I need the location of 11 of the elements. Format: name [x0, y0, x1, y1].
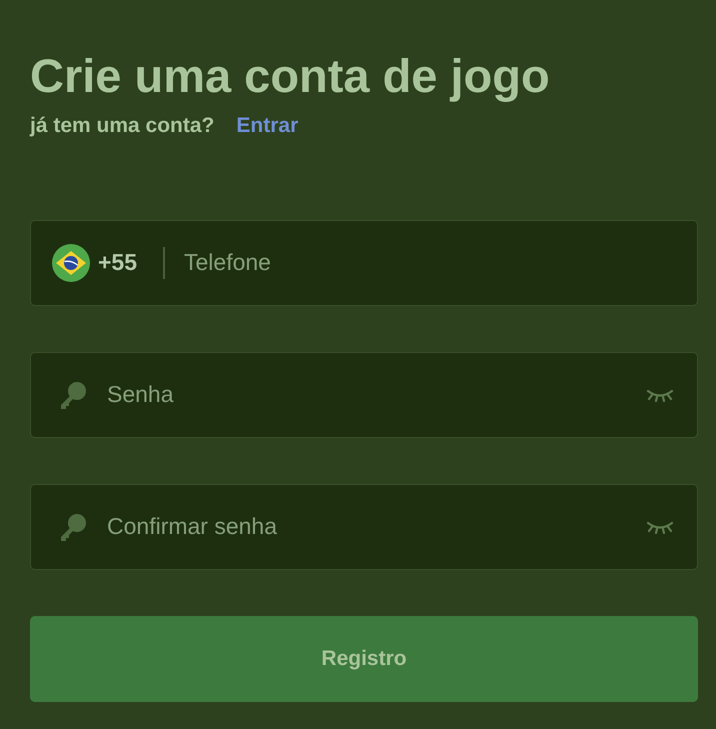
brazil-flag-icon [52, 244, 90, 282]
closed-eye-icon[interactable] [646, 520, 674, 534]
login-prompt: já tem uma conta? [30, 113, 214, 139]
password-field[interactable]: Confirmar senha [30, 484, 698, 570]
closed-eye-icon[interactable] [646, 388, 674, 402]
key-icon [58, 512, 88, 542]
password-field[interactable]: Senha [30, 352, 698, 438]
key-icon [58, 380, 88, 410]
page-heading: Crie uma conta de jogo [30, 48, 550, 104]
country-code[interactable]: +55 [98, 245, 138, 280]
login-link[interactable]: Entrar [236, 110, 298, 142]
